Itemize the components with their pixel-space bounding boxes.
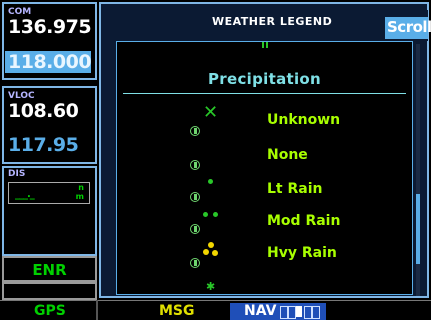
vloc-active-frequency: 108.60 bbox=[8, 100, 79, 122]
msg-label[interactable]: MSG bbox=[159, 303, 195, 319]
scroll-button[interactable]: Scroll bbox=[385, 17, 431, 39]
flight-mode-sub-box bbox=[2, 282, 97, 300]
distance-value: ___._ bbox=[15, 189, 35, 200]
legend-label-moderate-rain: Mod Rain bbox=[267, 213, 341, 229]
scroll-button-label: Scroll bbox=[387, 18, 431, 36]
next-symbol-stub-icon: ✱ bbox=[206, 280, 216, 293]
heavy-rain-dot-icon bbox=[212, 250, 218, 256]
legend-title: WEATHER LEGEND bbox=[212, 15, 333, 28]
page-indicator-active bbox=[296, 306, 302, 317]
gps-screen: COM 136.975 118.000 VLOC 108.60 117.95 D… bbox=[0, 0, 431, 320]
weather-legend-panel: WEATHER LEGEND Scroll Precipitation ✕ Un… bbox=[99, 2, 431, 298]
aircraft-icon bbox=[190, 224, 200, 234]
aircraft-icon bbox=[190, 258, 200, 268]
flight-mode-box: ENR bbox=[2, 256, 97, 282]
moderate-rain-dot-icon bbox=[213, 212, 218, 217]
nav-label: NAV bbox=[244, 303, 277, 319]
distance-field: ___._ n m bbox=[8, 182, 90, 204]
aircraft-icon bbox=[190, 126, 200, 136]
com-frequency-box[interactable]: COM 136.975 118.000 bbox=[2, 2, 97, 80]
com-standby-highlight[interactable]: 118.000 bbox=[5, 51, 92, 73]
vloc-frequency-box[interactable]: VLOC 108.60 117.95 bbox=[2, 86, 97, 164]
nav-page-group: NAV bbox=[230, 303, 326, 320]
distance-label: DIS bbox=[8, 169, 26, 179]
precipitation-section-title: Precipitation bbox=[208, 70, 321, 88]
gps-label: GPS bbox=[34, 303, 66, 319]
section-divider bbox=[123, 93, 406, 94]
legend-header: WEATHER LEGEND Scroll bbox=[110, 10, 431, 41]
unknown-x-icon: ✕ bbox=[203, 102, 219, 123]
heavy-rain-dot-icon bbox=[203, 249, 209, 255]
legend-label-none: None bbox=[267, 147, 308, 163]
legend-label-heavy-rain: Hvy Rain bbox=[267, 245, 337, 261]
page-indicator bbox=[288, 306, 296, 319]
top-symbol-stub bbox=[262, 42, 268, 48]
distance-box: DIS ___._ n m bbox=[2, 166, 97, 256]
vloc-standby-frequency: 117.95 bbox=[8, 134, 79, 156]
com-active-frequency: 136.975 bbox=[8, 16, 92, 38]
com-standby-frequency: 118.000 bbox=[8, 51, 92, 73]
status-bar: GPS MSG NAV bbox=[0, 300, 431, 320]
page-indicator bbox=[304, 306, 312, 319]
heavy-rain-dot-icon bbox=[208, 242, 214, 248]
legend-label-light-rain: Lt Rain bbox=[267, 181, 323, 197]
aircraft-icon bbox=[190, 160, 200, 170]
distance-unit-bottom: m bbox=[75, 192, 84, 201]
distance-unit-top: n bbox=[78, 183, 84, 192]
status-bar-divider bbox=[96, 300, 98, 320]
legend-list: Precipitation ✕ Unknown None Lt Rain Mod… bbox=[116, 41, 413, 295]
aircraft-icon bbox=[190, 192, 200, 202]
moderate-rain-dot-icon bbox=[203, 212, 208, 217]
flight-mode-label: ENR bbox=[32, 261, 67, 279]
scrollbar-thumb[interactable] bbox=[416, 194, 420, 264]
page-indicator bbox=[312, 306, 320, 319]
light-rain-dot-icon bbox=[208, 179, 213, 184]
legend-label-unknown: Unknown bbox=[267, 112, 341, 128]
page-indicator bbox=[280, 306, 288, 319]
